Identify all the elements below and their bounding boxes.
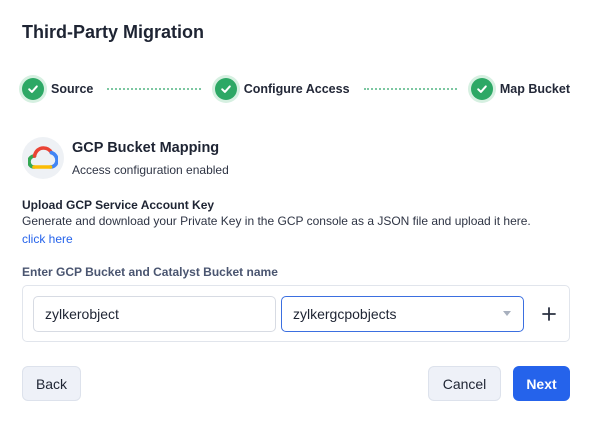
mapping-subtitle: Access configuration enabled bbox=[72, 163, 229, 177]
step-label: Map Bucket bbox=[499, 82, 570, 96]
cancel-button[interactable]: Cancel bbox=[428, 366, 501, 401]
step-label: Source bbox=[51, 82, 94, 96]
bucket-mapping-row: zylkergcpobjects bbox=[22, 285, 570, 342]
chevron-down-icon bbox=[503, 311, 511, 316]
step-source[interactable]: Source bbox=[22, 78, 93, 100]
back-button[interactable]: Back bbox=[22, 366, 81, 401]
gcp-bucket-input[interactable] bbox=[33, 296, 276, 332]
add-mapping-button[interactable] bbox=[540, 305, 558, 323]
dialog-title: Third-Party Migration bbox=[22, 22, 205, 42]
step-label: Configure Access bbox=[243, 82, 350, 96]
mapping-title: GCP Bucket Mapping bbox=[72, 140, 220, 156]
bucket-names-label: Enter GCP Bucket and Catalyst Bucket nam… bbox=[22, 265, 278, 279]
gcp-cloud-logo-icon bbox=[22, 137, 64, 179]
step-configure-access[interactable]: Configure Access bbox=[214, 78, 350, 100]
step-connector bbox=[363, 88, 457, 90]
check-icon bbox=[214, 78, 237, 100]
step-connector bbox=[107, 88, 201, 90]
migration-dialog: Third-Party Migration Source Configure A… bbox=[0, 0, 593, 423]
check-icon bbox=[470, 78, 493, 100]
next-button[interactable]: Next bbox=[513, 366, 570, 401]
catalyst-bucket-value: zylkergcpobjects bbox=[293, 306, 397, 322]
click-here-link[interactable]: click here bbox=[22, 232, 73, 246]
step-map-bucket[interactable]: Map Bucket bbox=[470, 78, 570, 100]
upload-key-title: Upload GCP Service Account Key bbox=[22, 198, 215, 212]
catalyst-bucket-select[interactable]: zylkergcpobjects bbox=[281, 296, 524, 332]
upload-key-description: Generate and download your Private Key i… bbox=[22, 214, 531, 228]
check-icon bbox=[22, 78, 44, 100]
plus-icon bbox=[542, 307, 556, 321]
stepper: Source Configure Access Map Bucket bbox=[22, 76, 570, 102]
